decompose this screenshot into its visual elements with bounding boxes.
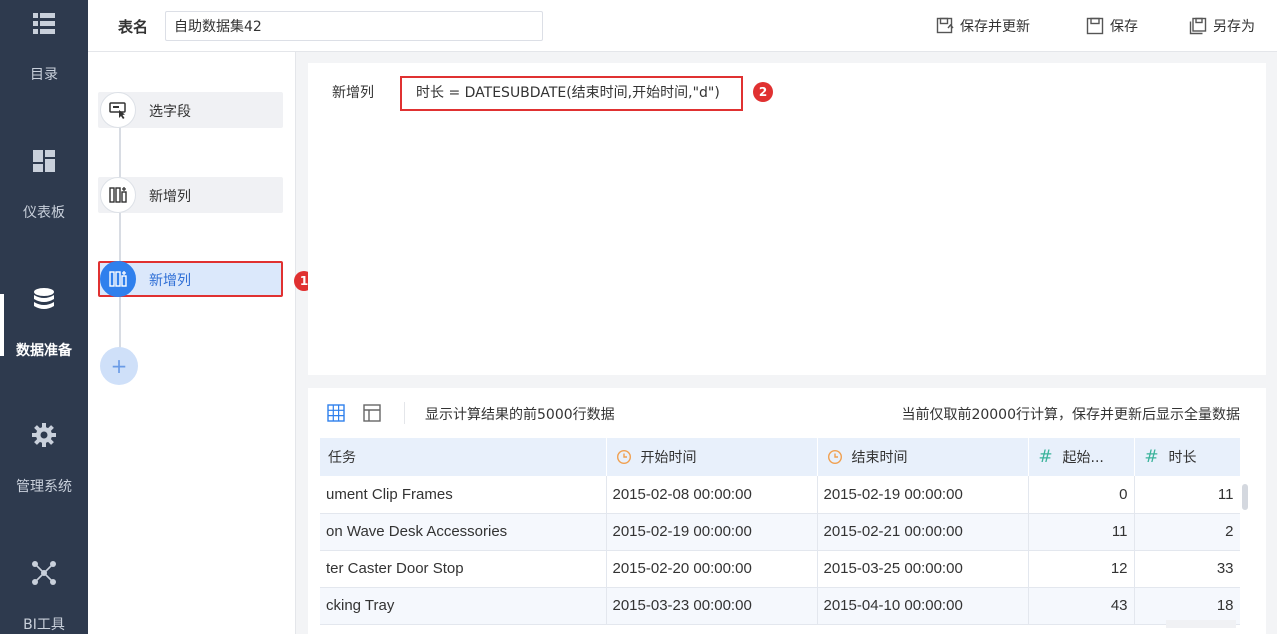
cell-task: ter Caster Door Stop (320, 550, 607, 588)
editor-label: 新增列 (332, 85, 374, 101)
add-step-button[interactable]: + (100, 347, 138, 385)
cell-duration: 33 (1134, 550, 1240, 588)
cell-offset: 43 (1028, 587, 1135, 625)
step-add-column-2[interactable]: 新增列 (98, 261, 283, 297)
gear-icon (32, 423, 56, 447)
save-as-label: 另存为 (1213, 19, 1255, 35)
column-header-end-time[interactable]: 结束时间 (817, 438, 1029, 476)
clock-icon (826, 449, 844, 466)
horizontal-scrollbar[interactable] (1166, 620, 1236, 628)
formula-input[interactable]: 时长 = DATESUBDATE(结束时间,开始时间,"d") (400, 76, 743, 111)
cell-duration: 11 (1134, 476, 1240, 514)
table-row: ter Caster Door Stop 2015-02-20 00:00:00… (320, 550, 1240, 588)
hash-icon: # (1038, 447, 1053, 467)
clock-icon (615, 449, 633, 466)
preview-info-right: 当前仅取前20000行计算，保存并更新后显示全量数据 (901, 407, 1240, 423)
hash-icon: # (1144, 447, 1159, 467)
nav-label: BI工具 (23, 617, 65, 633)
save-update-icon (936, 17, 954, 34)
cell-offset: 12 (1028, 550, 1135, 588)
preview-table: 任务 开始时间 结束时间 # 起始... # 时长 ument Clip Fra… (320, 438, 1240, 634)
cell-offset: 11 (1028, 513, 1135, 551)
column-header-duration[interactable]: # 时长 (1134, 438, 1240, 476)
column-label: 结束时间 (851, 450, 908, 466)
cell-end: 2015-02-19 00:00:00 (817, 476, 1029, 514)
column-label: 起始... (1062, 450, 1104, 466)
nav-label: 仪表板 (23, 205, 65, 221)
save-and-update-label: 保存并更新 (960, 19, 1030, 35)
top-bar: 表名 保存并更新 保存 另存为 (88, 0, 1277, 52)
cell-start: 2015-02-19 00:00:00 (606, 513, 818, 551)
cell-end: 2015-02-21 00:00:00 (817, 513, 1029, 551)
step-label: 新增列 (149, 189, 191, 205)
column-label: 任务 (328, 450, 356, 466)
cell-duration: 18 (1134, 587, 1240, 625)
save-button[interactable]: 保存 (1086, 15, 1138, 37)
vertical-scrollbar[interactable] (1242, 484, 1248, 510)
cell-end: 2015-03-25 00:00:00 (817, 550, 1029, 588)
dashboard-icon (33, 150, 55, 172)
cell-task: on Wave Desk Accessories (320, 513, 607, 551)
column-header-start-time[interactable]: 开始时间 (606, 438, 818, 476)
annotation-badge-2: 2 (753, 82, 773, 102)
nav-item-catalog[interactable]: 目录 (0, 0, 88, 110)
add-column-icon (100, 177, 136, 213)
database-icon (34, 288, 54, 309)
column-label: 开始时间 (640, 450, 697, 466)
cell-offset: 0 (1028, 476, 1135, 514)
nav-item-data-prep[interactable]: 数据准备 (0, 288, 88, 404)
column-header-task[interactable]: 任务 (320, 438, 607, 476)
nav-item-dashboard[interactable]: 仪表板 (0, 138, 88, 248)
step-label: 新增列 (149, 273, 191, 289)
list-icon (33, 13, 55, 34)
toolbar-divider (404, 402, 405, 424)
preview-toolbar: 显示计算结果的前5000行数据 当前仅取前20000行计算，保存并更新后显示全量… (308, 388, 1266, 438)
cell-start: 2015-02-08 00:00:00 (606, 476, 818, 514)
grid-view-icon[interactable] (326, 403, 346, 423)
step-add-column-1[interactable]: 新增列 (98, 177, 283, 213)
table-row: ument Clip Frames 2015-02-08 00:00:00 20… (320, 476, 1240, 514)
left-nav: 目录 仪表板 数据准备 管理系统 BI工具 (0, 0, 88, 634)
cell-start: 2015-03-23 00:00:00 (606, 587, 818, 625)
formula-editor-panel: 新增列 时长 = DATESUBDATE(结束时间,开始时间,"d") (308, 63, 1266, 375)
save-as-icon (1189, 17, 1207, 35)
preview-panel: 显示计算结果的前5000行数据 当前仅取前20000行计算，保存并更新后显示全量… (308, 388, 1266, 634)
preview-info-left: 显示计算结果的前5000行数据 (425, 407, 615, 423)
layout-view-icon[interactable] (362, 403, 382, 423)
save-label: 保存 (1110, 19, 1138, 35)
cell-start: 2015-02-20 00:00:00 (606, 550, 818, 588)
save-icon (1086, 17, 1104, 35)
step-select-fields[interactable]: 选字段 (98, 92, 283, 128)
table-row: cking Tray 2015-03-23 00:00:00 2015-04-1… (320, 587, 1240, 625)
table-name-label: 表名 (118, 18, 149, 36)
table-header-row: 任务 开始时间 结束时间 # 起始... # 时长 (320, 438, 1240, 476)
nav-label: 管理系统 (16, 479, 72, 495)
table-row: on Wave Desk Accessories 2015-02-19 00:0… (320, 513, 1240, 551)
network-icon (32, 561, 56, 585)
table-name-input[interactable] (165, 11, 543, 41)
save-as-button[interactable]: 另存为 (1189, 15, 1255, 37)
cell-task: ument Clip Frames (320, 476, 607, 514)
nav-item-bi-tools[interactable]: BI工具 (0, 550, 88, 634)
cell-end: 2015-04-10 00:00:00 (817, 587, 1029, 625)
cell-duration: 2 (1134, 513, 1240, 551)
select-field-icon (100, 92, 136, 128)
save-and-update-button[interactable]: 保存并更新 (936, 15, 1030, 37)
nav-label: 数据准备 (16, 343, 72, 359)
column-header-offset[interactable]: # 起始... (1028, 438, 1135, 476)
step-label: 选字段 (149, 104, 191, 120)
steps-connector (119, 110, 121, 365)
column-label: 时长 (1168, 450, 1197, 466)
add-column-icon (100, 261, 136, 297)
cell-task: cking Tray (320, 587, 607, 625)
nav-item-admin[interactable]: 管理系统 (0, 412, 88, 522)
nav-label: 目录 (30, 67, 58, 83)
